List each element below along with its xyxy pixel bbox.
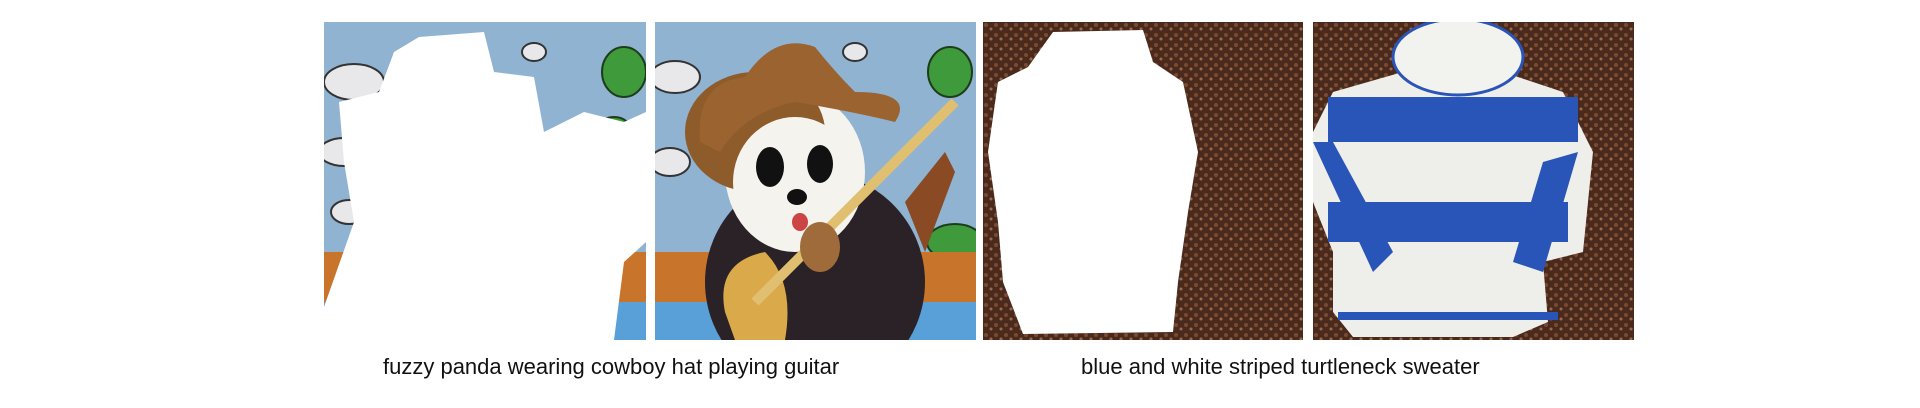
- sweater-result-image: [1313, 22, 1634, 340]
- panda-result-image: [655, 22, 976, 340]
- sweater-mask-image: [983, 22, 1303, 340]
- caption-sweater: blue and white striped turtleneck sweate…: [1081, 354, 1480, 379]
- caption-panda: fuzzy panda wearing cowboy hat playing g…: [383, 354, 840, 379]
- panda-mask-image: [324, 22, 646, 340]
